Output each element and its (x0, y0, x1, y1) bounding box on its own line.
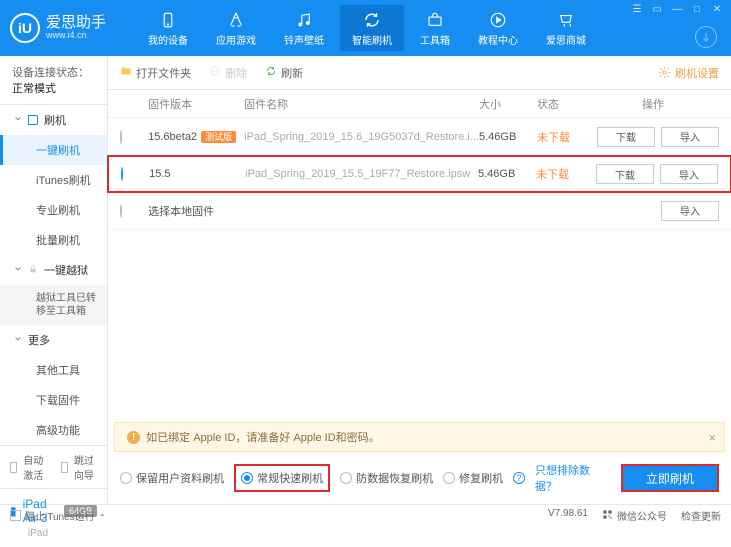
skip-guide-checkbox[interactable] (61, 462, 68, 473)
win-menu-icon[interactable]: ☰ (631, 4, 643, 15)
local-firmware-radio[interactable] (120, 204, 122, 218)
block-itunes-label: 阻止iTunes运行 (25, 508, 95, 523)
col-version: 固件版本 (148, 96, 244, 112)
col-status: 状态 (537, 96, 587, 112)
warning-icon: ! (127, 431, 140, 444)
col-size: 大小 (479, 96, 537, 112)
phone-icon (159, 11, 177, 29)
nav-toolbox[interactable]: 工具箱 (408, 5, 462, 51)
opt-normal-fast[interactable]: 常规快速刷机 (234, 464, 330, 492)
win-close-icon[interactable]: ✕ (711, 4, 723, 15)
cart-icon (557, 11, 575, 29)
local-firmware-row[interactable]: 选择本地固件 导入 (108, 192, 731, 230)
forward-button[interactable] (695, 26, 717, 48)
import-button[interactable]: 导入 (661, 201, 719, 221)
import-button[interactable]: 导入 (661, 127, 719, 147)
import-button[interactable]: 导入 (660, 164, 718, 184)
qr-icon (602, 509, 613, 523)
chevron-down-icon (14, 114, 22, 126)
sidebar-item-itunes-flash[interactable]: iTunes刷机 (0, 165, 107, 195)
nav-my-device[interactable]: 我的设备 (136, 5, 200, 51)
connection-status: 设备连接状态：正常模式 (0, 56, 107, 105)
col-name: 固件名称 (244, 96, 479, 112)
play-icon (489, 11, 507, 29)
auto-activate-checkbox[interactable] (10, 462, 17, 473)
version-label: V7.98.61 (548, 508, 588, 523)
col-ops: 操作 (587, 96, 719, 112)
firmware-status: 未下载 (537, 129, 587, 145)
nav-apps[interactable]: 应用游戏 (204, 5, 268, 51)
wechat-link[interactable]: 微信公众号 (602, 508, 667, 523)
flash-icon (28, 115, 38, 125)
sidebar-group-jailbreak[interactable]: 一键越狱 (0, 255, 107, 285)
nav-smart-flash[interactable]: 智能刷机 (340, 5, 404, 51)
refresh-button[interactable]: 刷新 (265, 65, 303, 81)
chevron-down-icon (14, 264, 22, 276)
firmware-size: 5.46GB (479, 131, 537, 143)
device-type: iPad (28, 528, 97, 539)
opt-keep-data[interactable]: 保留用户资料刷机 (120, 470, 224, 486)
sidebar-group-flash[interactable]: 刷机 (0, 105, 107, 135)
folder-icon (120, 65, 132, 80)
opt-repair[interactable]: 修复刷机 (443, 470, 503, 486)
sidebar-item-pro-flash[interactable]: 专业刷机 (0, 195, 107, 225)
firmware-name: iPad_Spring_2019_15.6_19G5037d_Restore.i… (244, 131, 479, 143)
sidebar-item-batch-flash[interactable]: 批量刷机 (0, 225, 107, 255)
beta-badge: 测试版 (201, 131, 236, 143)
help-icon[interactable]: ? (513, 472, 525, 484)
skip-guide-label: 跳过向导 (74, 452, 97, 482)
exclude-data-link[interactable]: 只想排除数据？ (535, 462, 611, 494)
sidebar-item-oneclick-flash[interactable]: 一键刷机 (0, 135, 107, 165)
refresh-icon (265, 65, 277, 80)
app-name: 爱思助手 (46, 15, 106, 32)
firmware-size: 5.46GB (478, 168, 536, 180)
app-store-icon (227, 11, 245, 29)
gear-icon (658, 66, 671, 79)
refresh-icon (363, 11, 381, 29)
download-button[interactable]: 下载 (597, 127, 655, 147)
firmware-radio[interactable] (121, 167, 123, 181)
delete-icon (209, 65, 221, 80)
app-logo: iU (10, 13, 40, 43)
sidebar-item-download-fw[interactable]: 下载固件 (0, 385, 107, 415)
chevron-down-icon (14, 334, 22, 346)
download-button[interactable]: 下载 (596, 164, 654, 184)
check-update-link[interactable]: 检查更新 (681, 508, 721, 523)
jailbreak-moved-notice: 越狱工具已转移至工具箱 (0, 285, 107, 325)
win-skin-icon[interactable]: ▭ (651, 4, 663, 15)
firmware-radio[interactable] (120, 130, 122, 144)
lock-icon (28, 264, 38, 277)
sidebar-item-advanced[interactable]: 高级功能 (0, 415, 107, 445)
firmware-row[interactable]: 15.5 iPad_Spring_2019_15.5_19F77_Restore… (107, 155, 731, 193)
auto-activate-label: 自动激活 (23, 452, 46, 482)
firmware-name: iPad_Spring_2019_15.5_19F77_Restore.ipsw (245, 168, 478, 180)
flash-settings-button[interactable]: 刷机设置 (658, 65, 719, 81)
nav-shop[interactable]: 爱思商城 (534, 5, 598, 51)
music-icon (295, 11, 313, 29)
alert-close-icon[interactable]: × (708, 430, 716, 445)
win-minimize-icon[interactable]: — (671, 4, 683, 15)
toolbox-icon (426, 11, 444, 29)
firmware-row[interactable]: 15.6beta2测试版 iPad_Spring_2019_15.6_19G50… (108, 118, 731, 156)
firmware-status: 未下载 (536, 166, 586, 182)
win-maximize-icon[interactable]: □ (691, 4, 703, 15)
sidebar-group-more[interactable]: 更多 (0, 325, 107, 355)
delete-button: 删除 (209, 65, 247, 81)
sidebar-item-other-tools[interactable]: 其他工具 (0, 355, 107, 385)
app-url: www.i4.cn (46, 31, 106, 41)
caret-up-icon[interactable] (99, 510, 106, 521)
nav-ringtone[interactable]: 铃声壁纸 (272, 5, 336, 51)
apple-id-alert: ! 如已绑定 Apple ID，请准备好 Apple ID和密码。 × (114, 422, 725, 452)
open-folder-button[interactable]: 打开文件夹 (120, 65, 191, 81)
block-itunes-checkbox[interactable] (10, 510, 21, 521)
flash-now-button[interactable]: 立即刷机 (621, 464, 719, 492)
opt-anti-recovery[interactable]: 防数据恢复刷机 (340, 470, 433, 486)
nav-tutorials[interactable]: 教程中心 (466, 5, 530, 51)
